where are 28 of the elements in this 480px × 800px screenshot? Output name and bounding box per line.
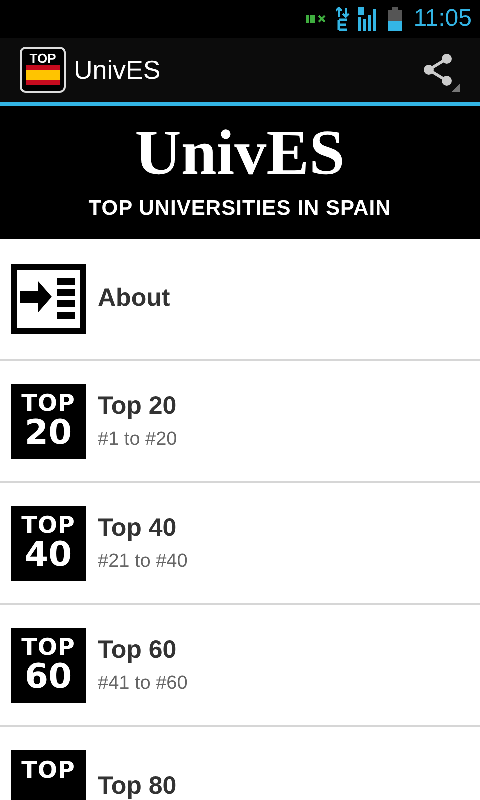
item-title: Top 60 bbox=[98, 635, 178, 666]
banner-title: UnivES bbox=[135, 120, 345, 185]
badge-label: TOP bbox=[22, 392, 76, 416]
app-icon[interactable]: TOP bbox=[20, 47, 66, 93]
item-subtitle: #21 to #40 bbox=[98, 550, 188, 574]
item-subtitle: #41 to #60 bbox=[98, 672, 188, 696]
item-title: Top 20 bbox=[98, 391, 178, 422]
overflow-corner-icon bbox=[452, 84, 460, 92]
badge-label: TOP bbox=[22, 636, 76, 660]
clock: 11:05 bbox=[414, 4, 472, 34]
app-title: UnivES bbox=[74, 54, 162, 86]
battery-icon bbox=[388, 7, 402, 31]
data-transfer-icon bbox=[336, 7, 350, 31]
badge-number: 60 bbox=[24, 660, 72, 694]
app-icon-label: TOP bbox=[30, 52, 56, 65]
badge-number: 20 bbox=[24, 416, 72, 450]
arrow-list-icon bbox=[11, 264, 86, 334]
item-title: About bbox=[98, 283, 170, 314]
badge-number: 40 bbox=[24, 538, 72, 572]
flag-icon bbox=[26, 65, 60, 85]
item-subtitle: #1 to #20 bbox=[98, 428, 178, 452]
banner-subtitle: TOP UNIVERSITIES IN SPAIN bbox=[88, 196, 392, 222]
badge-label: TOP bbox=[22, 760, 76, 782]
share-icon bbox=[422, 53, 454, 87]
item-title: Top 80 bbox=[98, 771, 177, 800]
usb-debug-icon bbox=[306, 14, 328, 24]
badge-label: TOP bbox=[22, 514, 76, 538]
item-title: Top 40 bbox=[98, 513, 178, 544]
